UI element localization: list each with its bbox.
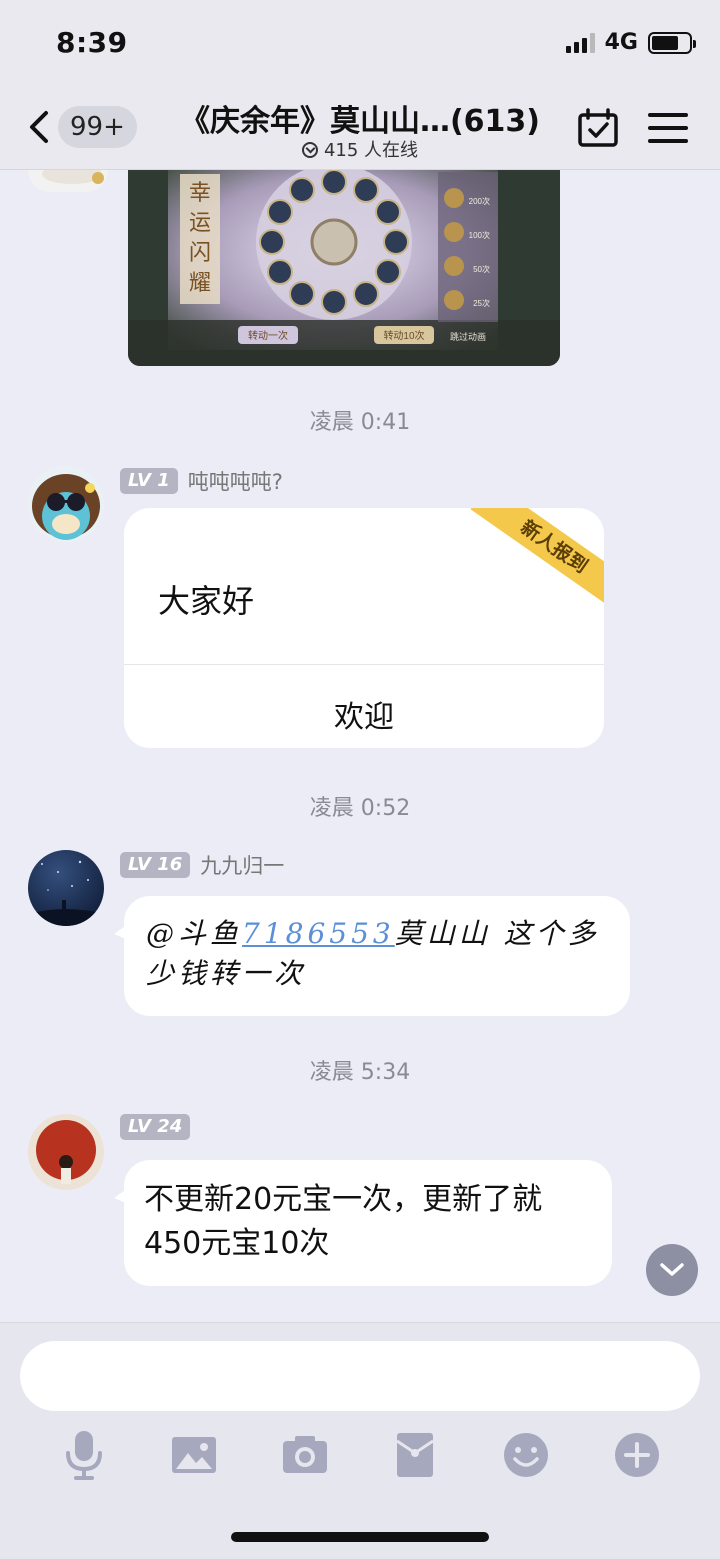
mention-link[interactable]: 7186553 [242, 917, 395, 950]
battery-icon [648, 31, 696, 54]
game-title-char-4: 耀 [189, 271, 211, 296]
sender-meta: LV 16 九九归一 [120, 850, 284, 880]
message-input[interactable] [20, 1341, 700, 1411]
composer [0, 1322, 720, 1559]
timestamp: 凌晨 0:41 [309, 410, 411, 435]
level-badge: LV 1 [120, 468, 178, 494]
top-bar: 8:39 4G 99+ 《庆余年》莫山山…(613) 415 人在线 [0, 0, 720, 170]
avatar[interactable] [28, 466, 104, 542]
game-title-char-3: 闪 [189, 241, 211, 266]
prize-label-2: 100次 [469, 230, 490, 240]
online-icon [301, 142, 318, 158]
game-screenshot-image[interactable]: 幸 运 闪 耀 200次 100次 50次 25次 转动一次 转动10次 跳过动… [128, 170, 560, 366]
mic-icon[interactable] [56, 1427, 112, 1483]
calendar-check-icon[interactable] [576, 106, 620, 150]
card-divider [124, 664, 604, 665]
menu-icon[interactable] [646, 106, 690, 150]
game-btn-ten: 转动10次 [383, 329, 424, 342]
emoji-icon[interactable] [498, 1427, 554, 1483]
message-text: 不更新20元宝一次，更新了就450元宝10次 [144, 1182, 543, 1261]
sender-meta: LV 1 吨吨吨吨? [120, 466, 283, 496]
status-indicators: 4G [565, 30, 696, 55]
level-badge: LV 24 [120, 1114, 191, 1140]
avatar[interactable] [28, 850, 104, 926]
card-message-text: 大家好 [158, 582, 255, 620]
level-badge: LV 16 [120, 852, 191, 878]
online-count-text: 415 人在线 [323, 140, 419, 161]
red-packet-icon[interactable] [387, 1427, 443, 1483]
message-text: @斗鱼7186553莫山山 这个多少钱转一次 [146, 914, 608, 994]
chevron-down-icon [660, 1263, 684, 1276]
signal-icon [565, 32, 595, 53]
prize-label-1: 200次 [469, 196, 490, 206]
composer-toolbar [0, 1427, 720, 1483]
prize-label-3: 50次 [473, 264, 490, 274]
sender-meta: LV 24 [120, 1114, 200, 1140]
mention-prefix: @斗鱼 [146, 917, 243, 950]
network-type: 4G [604, 30, 638, 55]
timestamp: 凌晨 5:34 [309, 1060, 411, 1085]
game-btn-once: 转动一次 [248, 329, 288, 342]
avatar[interactable] [28, 1114, 104, 1190]
game-skip-label: 跳过动画 [450, 331, 486, 342]
home-indicator[interactable] [231, 1532, 489, 1542]
timestamp: 凌晨 0:52 [309, 796, 411, 821]
sender-nickname[interactable]: 吨吨吨吨? [188, 466, 283, 496]
avatar[interactable] [28, 170, 108, 192]
camera-icon[interactable] [277, 1427, 333, 1483]
game-title-char-2: 运 [189, 211, 211, 236]
message-bubble[interactable]: 不更新20元宝一次，更新了就450元宝10次 [114, 1160, 612, 1286]
newcomer-ribbon: 新人报到 [470, 508, 604, 613]
welcome-button[interactable]: 欢迎 [124, 692, 604, 736]
image-icon[interactable] [166, 1427, 222, 1483]
sender-nickname[interactable]: 九九归一 [200, 850, 284, 880]
message-bubble[interactable]: @斗鱼7186553莫山山 这个多少钱转一次 [114, 896, 630, 1016]
plus-icon[interactable] [609, 1427, 665, 1483]
newcomer-card[interactable]: 新人报到 大家好 欢迎 [124, 508, 604, 748]
scroll-to-bottom-button[interactable] [646, 1244, 698, 1296]
status-time: 8:39 [56, 26, 128, 59]
game-title-char-1: 幸 [189, 181, 211, 206]
prize-label-4: 25次 [473, 298, 490, 308]
